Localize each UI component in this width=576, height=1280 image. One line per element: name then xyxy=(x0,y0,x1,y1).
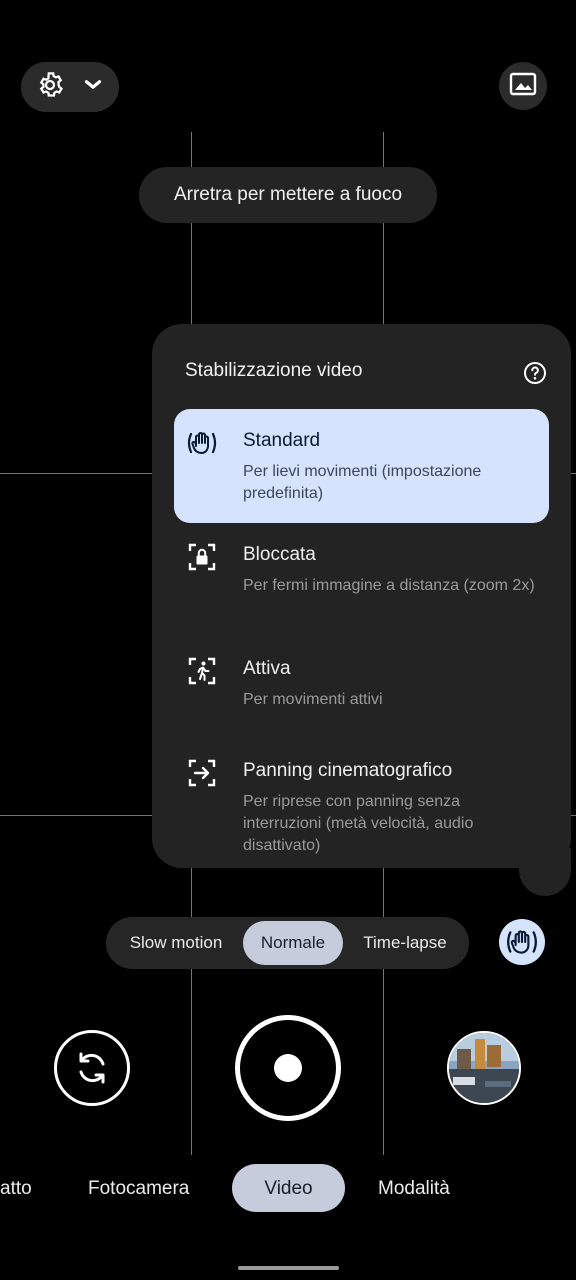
mode-portrait[interactable]: atto xyxy=(0,1166,32,1212)
stabilization-button[interactable] xyxy=(499,919,545,965)
speed-option-normal[interactable]: Normale xyxy=(243,917,343,969)
option-subtitle: Per fermi immagine a distanza (zoom 2x) xyxy=(243,577,535,594)
chevron-down-icon xyxy=(80,72,106,103)
flip-camera-icon xyxy=(79,1052,105,1084)
record-button[interactable] xyxy=(235,1015,341,1121)
option-title: Panning cinematografico xyxy=(243,760,453,781)
flip-camera-button[interactable] xyxy=(54,1030,130,1106)
option-subtitle: Per riprese con panning senza interruzio… xyxy=(243,793,474,854)
panel-title: Stabilizzazione video xyxy=(185,360,363,381)
stabilization-icon xyxy=(507,930,537,954)
active-stabilization-icon xyxy=(186,655,218,687)
stabilization-option-standard[interactable]: Standard Per lievi movimenti (impostazio… xyxy=(174,409,549,523)
gallery-button[interactable] xyxy=(499,62,547,110)
option-subtitle: Per movimenti attivi xyxy=(243,691,383,708)
help-button[interactable] xyxy=(523,361,547,385)
gallery-icon xyxy=(509,71,537,102)
mode-camera[interactable]: Fotocamera xyxy=(88,1166,189,1212)
gear-icon xyxy=(35,70,65,105)
speed-option-time-lapse[interactable]: Time-lapse xyxy=(348,917,462,969)
help-circle-icon xyxy=(524,362,546,384)
mode-more[interactable]: Modalità xyxy=(378,1166,450,1212)
stabilization-option-locked[interactable]: Bloccata Per fermi immagine a distanza (… xyxy=(174,523,549,637)
last-capture-thumbnail[interactable] xyxy=(447,1031,521,1105)
settings-dropdown-button[interactable] xyxy=(21,62,119,112)
record-dot xyxy=(274,1054,302,1082)
focus-hint-toast: Arretra per mettere a fuoco xyxy=(139,167,437,223)
cinematic-pan-icon xyxy=(186,757,218,789)
speed-option-slow-motion[interactable]: Slow motion xyxy=(114,917,238,969)
locked-stabilization-icon xyxy=(186,541,218,573)
video-speed-selector: Slow motion Normale Time-lapse xyxy=(106,917,469,969)
home-indicator[interactable] xyxy=(238,1266,339,1270)
option-title: Standard xyxy=(243,430,321,451)
option-subtitle: Per lievi movimenti (impostazione predef… xyxy=(243,463,482,502)
standard-stabilization-icon xyxy=(186,427,218,459)
stabilization-option-cinematic-pan[interactable]: Panning cinematografico Per riprese con … xyxy=(174,739,549,869)
option-title: Attiva xyxy=(243,658,291,679)
mode-video[interactable]: Video xyxy=(232,1166,345,1212)
stabilization-option-active[interactable]: Attiva Per movimenti attivi xyxy=(174,637,549,737)
option-title: Bloccata xyxy=(243,544,316,565)
